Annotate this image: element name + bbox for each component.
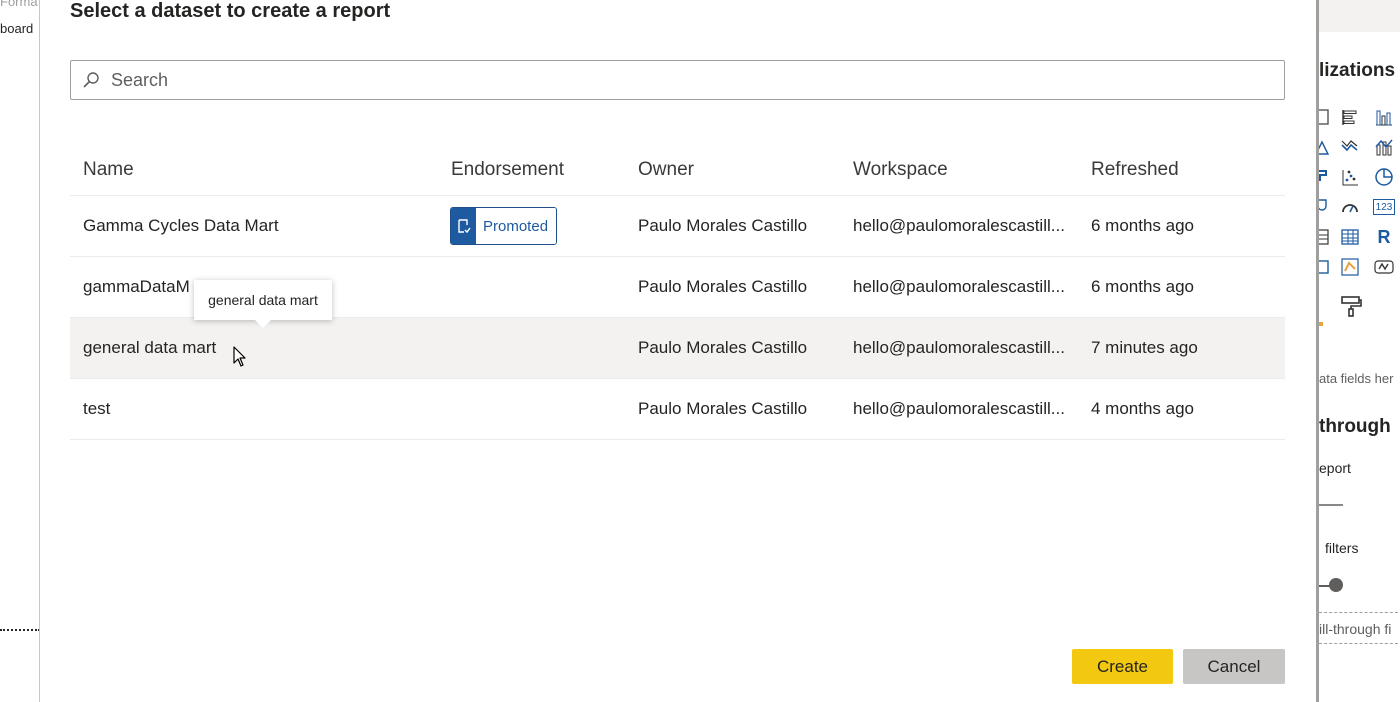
background-board-text: board (0, 21, 34, 36)
clustered-column-chart-icon[interactable] (1373, 106, 1395, 128)
funnel-partial-icon[interactable] (1319, 166, 1335, 188)
dataset-workspace: hello@paulomoralescastill... (853, 216, 1065, 235)
dataset-owner: Paulo Morales Castillo (638, 277, 808, 296)
mouse-cursor-icon (233, 346, 246, 367)
dataset-refreshed: 4 months ago (1091, 399, 1195, 418)
cross-report-toggle[interactable] (1319, 504, 1343, 506)
dataset-owner: Paulo Morales Castillo (638, 338, 808, 357)
pie-chart-icon[interactable] (1373, 166, 1395, 188)
key-influencers-icon[interactable] (1373, 256, 1395, 278)
table-partial-icon[interactable] (1319, 106, 1335, 128)
drill-through-fields-well[interactable]: ill-through fi (1319, 612, 1400, 644)
table-row[interactable]: Gamma Cycles Data Mart Promoted Paulo Mo… (70, 196, 1285, 257)
dataset-name: Gamma Cycles Data Mart (83, 216, 279, 235)
background-left-pane: Forma board (0, 0, 40, 702)
dialog-title: Select a dataset to create a report (70, 0, 391, 22)
search-icon (71, 61, 111, 99)
scatter-chart-icon[interactable] (1339, 166, 1361, 188)
area-chart-partial-icon[interactable] (1319, 136, 1335, 158)
accent-marker (1319, 322, 1323, 326)
dataset-refreshed: 6 months ago (1091, 277, 1195, 296)
name-tooltip: general data mart (194, 280, 332, 328)
table-row[interactable]: general data mart Paulo Morales Castillo… (70, 318, 1285, 379)
visualizations-title: lizations (1319, 60, 1396, 81)
decomposition-tree-icon[interactable] (1339, 256, 1361, 278)
add-data-fields-hint: ata fields her (1319, 371, 1394, 386)
dataset-refreshed: 7 minutes ago (1091, 338, 1198, 357)
card-icon[interactable]: 123 (1373, 199, 1395, 215)
format-paint-icon[interactable] (1339, 294, 1363, 318)
dataset-workspace: hello@paulomoralescastill... (853, 277, 1065, 296)
drill-through-section-title: through (1319, 416, 1391, 437)
promoted-badge-label: Promoted (476, 208, 557, 244)
dataset-workspace: hello@paulomoralescastill... (853, 399, 1065, 418)
clustered-bar-chart-icon[interactable] (1339, 106, 1361, 128)
search-input[interactable] (111, 69, 1261, 91)
search-box[interactable] (70, 60, 1285, 100)
dataset-owner: Paulo Morales Castillo (638, 216, 808, 235)
table-row[interactable]: test Paulo Morales Castillo hello@paulom… (70, 379, 1285, 440)
dataset-workspace: hello@paulomoralescastill... (853, 338, 1065, 357)
keep-filters-toggle-knob[interactable] (1329, 578, 1343, 592)
column-header-endorsement[interactable]: Endorsement (451, 159, 638, 181)
table-header: Name Endorsement Owner Workspace Refresh… (70, 144, 1285, 196)
gauge-icon[interactable] (1339, 196, 1361, 218)
r-visual-icon[interactable]: R (1373, 226, 1395, 248)
column-header-refreshed[interactable]: Refreshed (1091, 159, 1285, 181)
column-header-name[interactable]: Name (70, 159, 451, 181)
background-dotted-line (0, 629, 39, 631)
promoted-badge: Promoted (450, 207, 558, 245)
shape-partial-icon[interactable] (1319, 256, 1335, 278)
line-chart-icon[interactable] (1339, 136, 1361, 158)
dataset-name: test (83, 399, 111, 418)
visualizations-pane: lizations 123 R ata fields her through e… (1316, 0, 1400, 702)
cross-report-label: eport (1319, 460, 1351, 476)
keep-all-filters-label: filters (1325, 540, 1359, 556)
background-top-text: Forma (0, 0, 38, 9)
matrix-partial-icon[interactable] (1319, 226, 1335, 248)
table-icon[interactable] (1339, 226, 1361, 248)
dataset-owner: Paulo Morales Castillo (638, 399, 808, 418)
column-header-workspace[interactable]: Workspace (853, 159, 1091, 181)
select-dataset-dialog: Select a dataset to create a report Name… (40, 0, 1316, 702)
endorsement-cell: Promoted (450, 207, 638, 245)
cancel-button[interactable]: Cancel (1183, 649, 1285, 684)
line-column-chart-icon[interactable] (1373, 136, 1395, 158)
promoted-dataset-icon (451, 208, 476, 244)
map-partial-icon[interactable] (1319, 196, 1335, 218)
dataset-refreshed: 6 months ago (1091, 216, 1195, 235)
dataset-name: general data mart (83, 338, 217, 357)
create-button[interactable]: Create (1072, 649, 1173, 684)
pane-header-band (1319, 0, 1400, 32)
column-header-owner[interactable]: Owner (638, 159, 853, 181)
